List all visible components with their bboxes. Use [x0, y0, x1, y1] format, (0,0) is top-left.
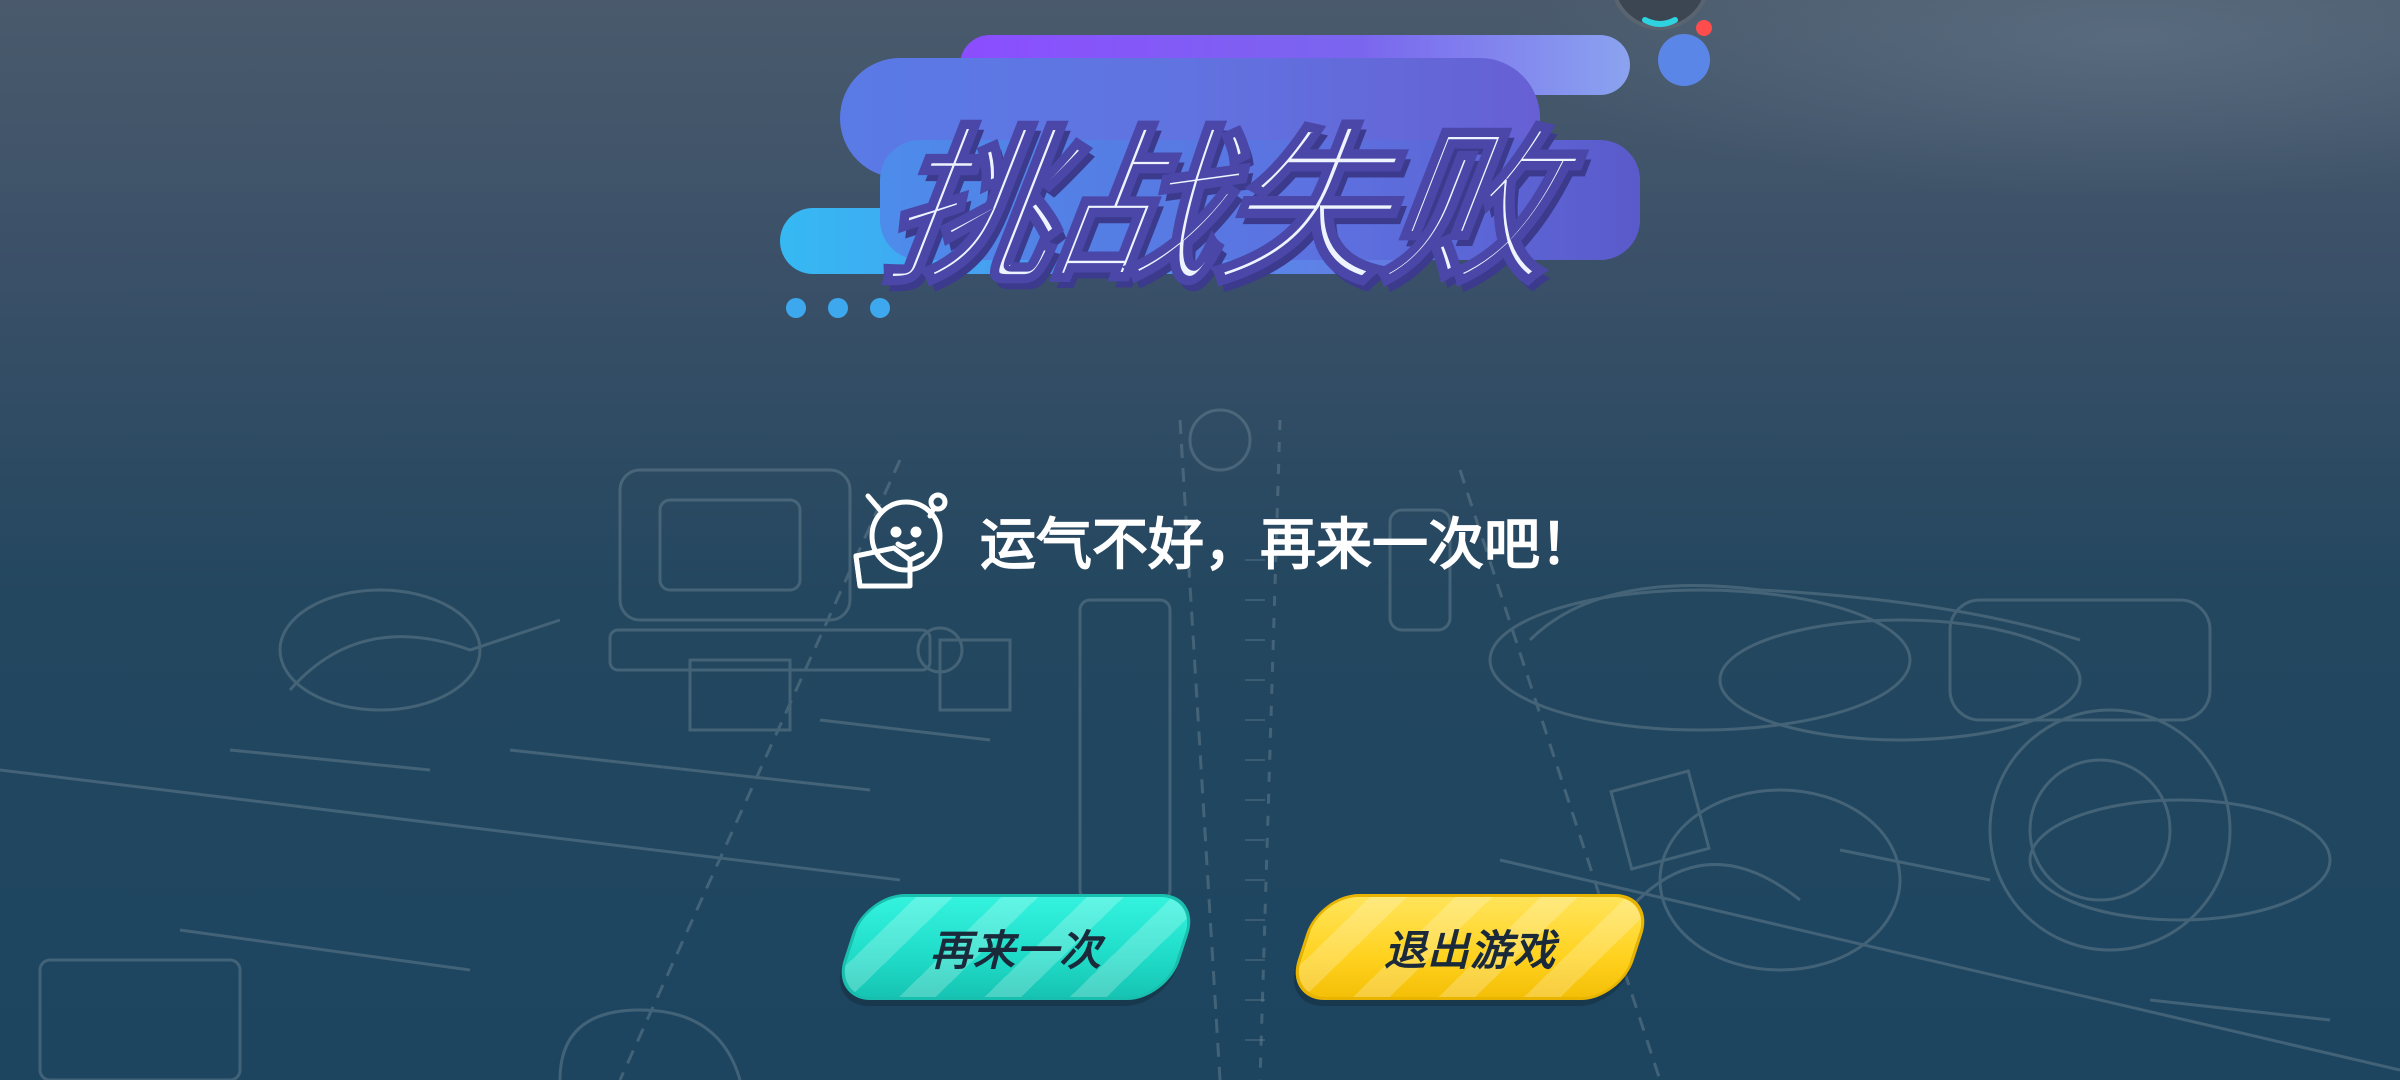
- robot-mascot-icon: [853, 492, 948, 589]
- exit-button-label: 退出游戏: [1383, 925, 1556, 975]
- result-message-text: 运气不好，再来一次吧！: [980, 512, 1596, 578]
- pager-dot: [870, 298, 890, 318]
- exit-game-button[interactable]: 退出游戏: [1284, 894, 1656, 1000]
- retry-button[interactable]: 再来一次: [830, 894, 1202, 1000]
- pager-dots: [786, 298, 890, 318]
- pager-dot: [828, 298, 848, 318]
- game-over-screen: 挑战失败 运气不好，再来一次吧！ 再来一次 退出游戏: [0, 0, 2400, 1080]
- pager-dot: [786, 298, 806, 318]
- title-banner: 挑战失败: [770, 30, 1730, 330]
- page-title: 挑战失败: [872, 108, 1568, 310]
- retry-button-label: 再来一次: [929, 925, 1102, 975]
- banner-dot: [1658, 34, 1710, 86]
- result-message: 运气不好，再来一次吧！: [850, 485, 1596, 595]
